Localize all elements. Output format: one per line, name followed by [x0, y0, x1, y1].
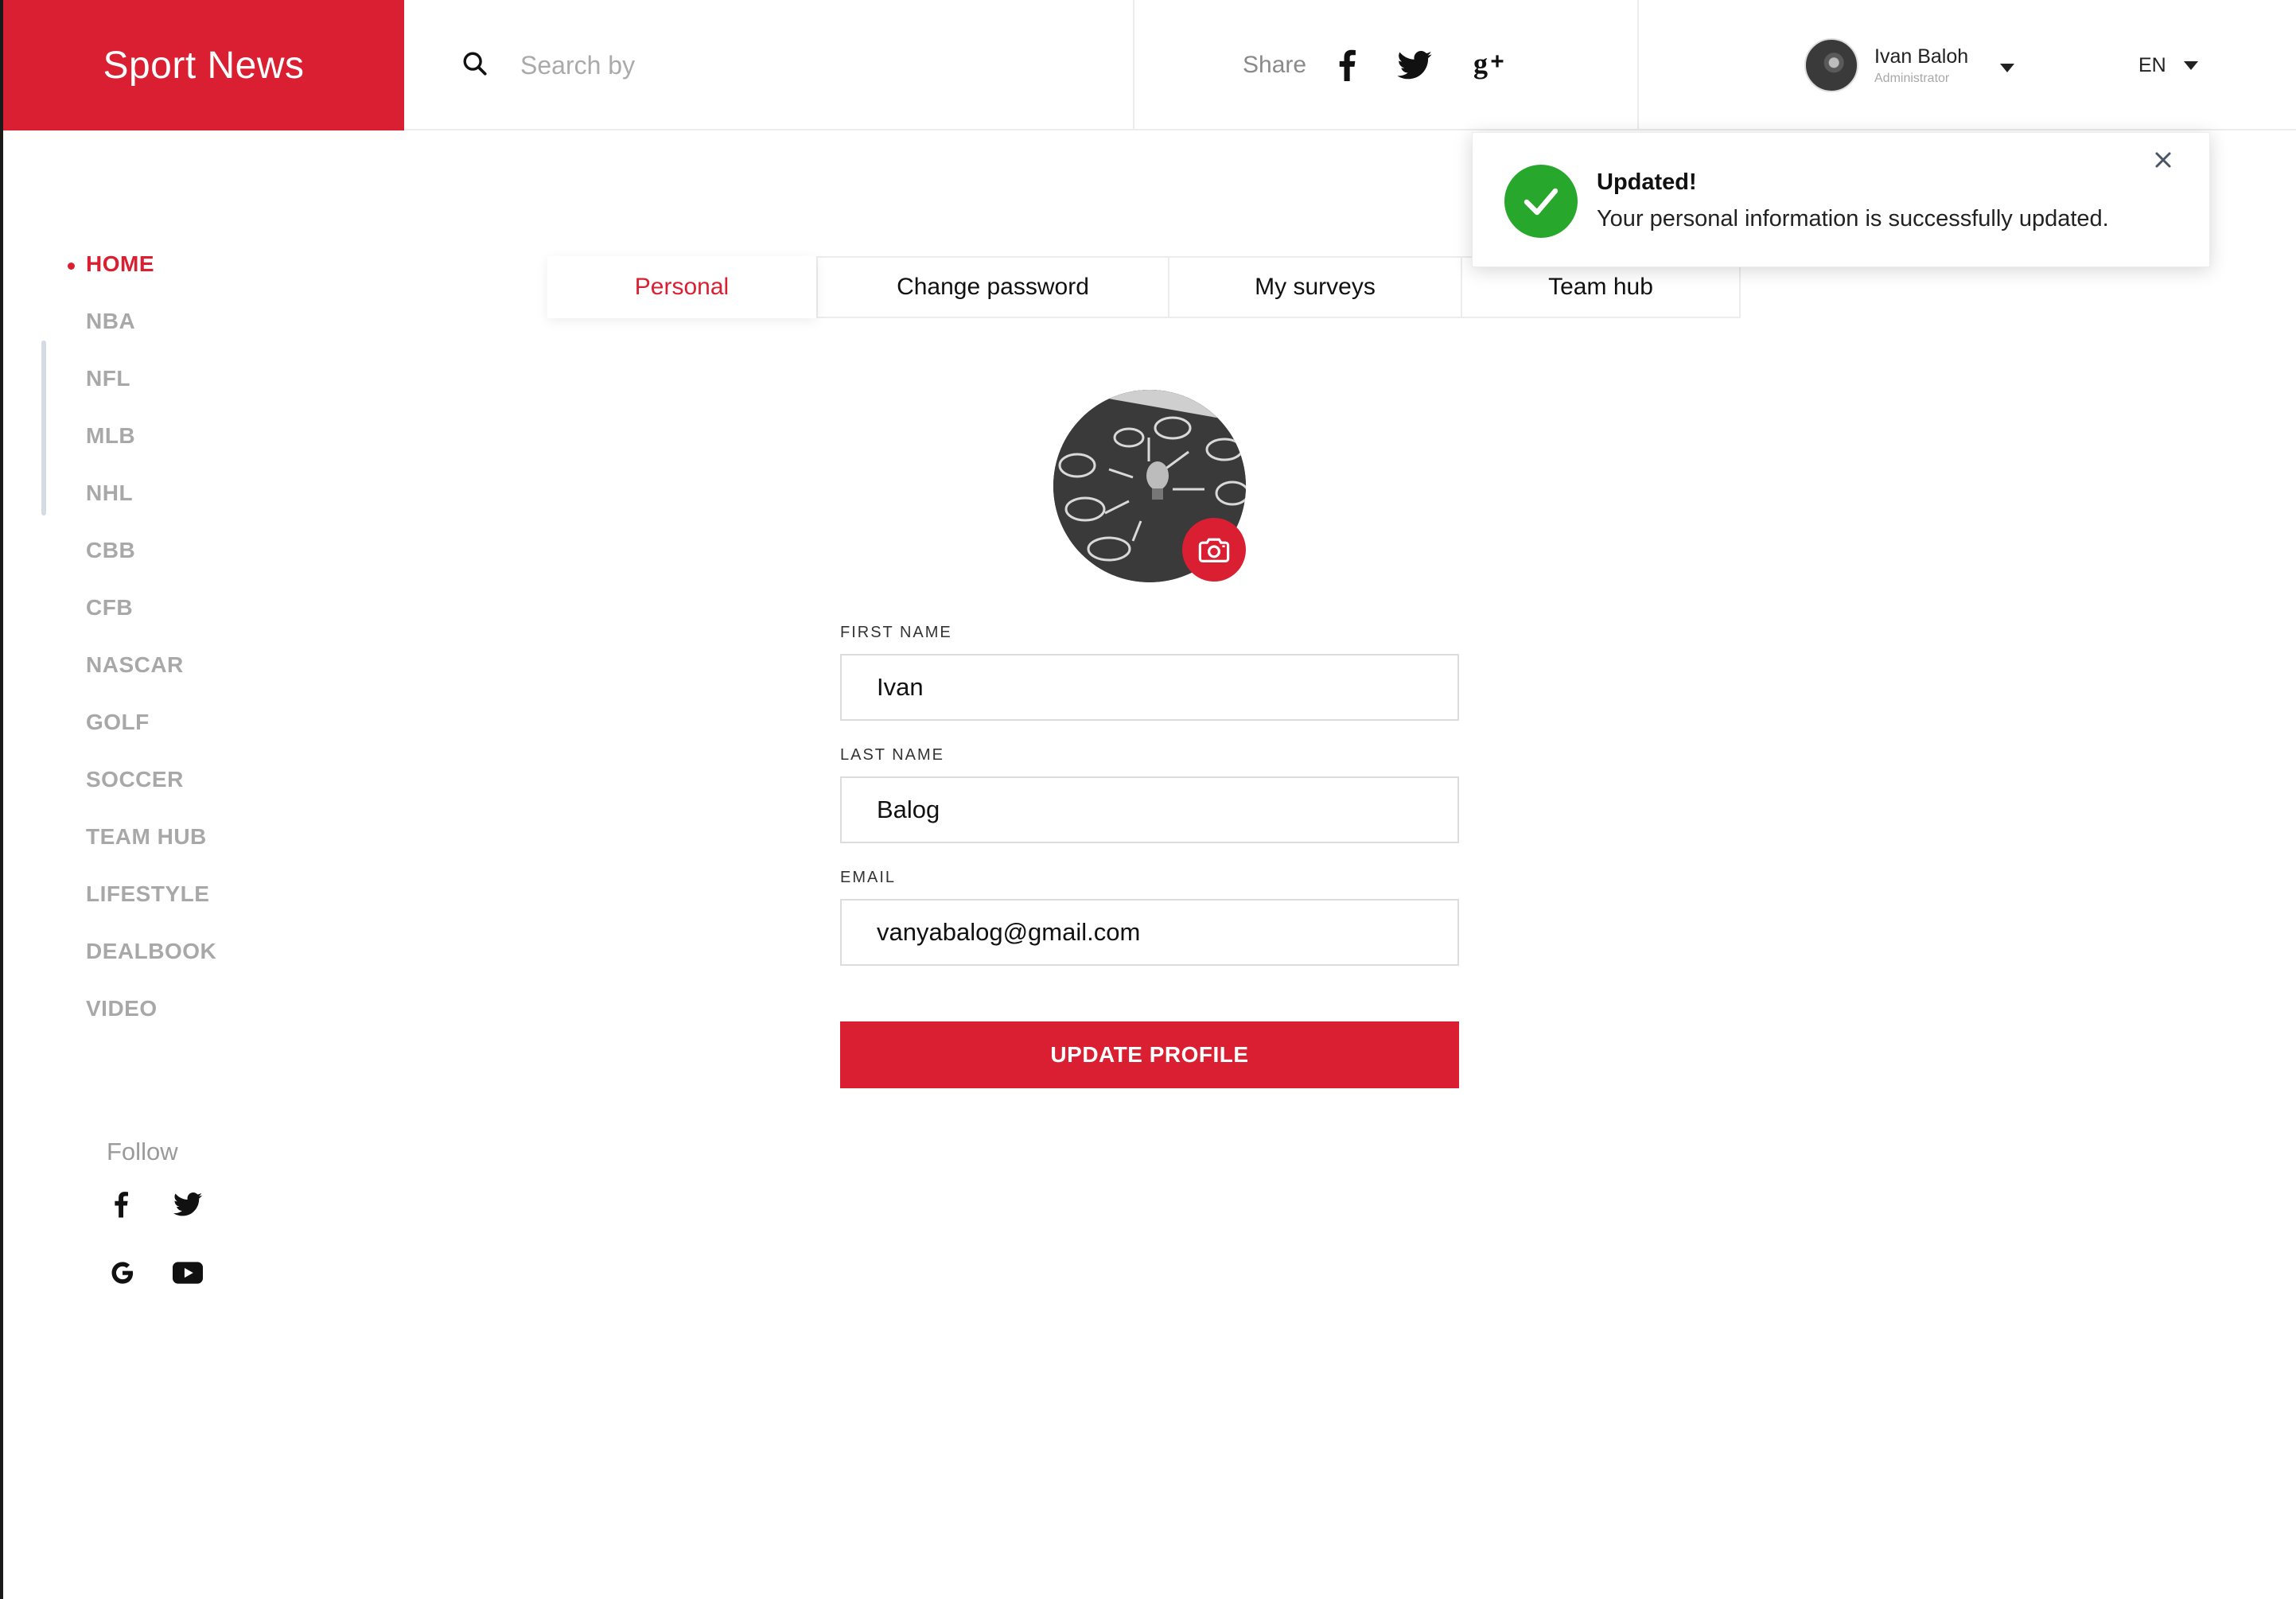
camera-icon [1198, 538, 1230, 562]
google-icon[interactable] [105, 1255, 140, 1290]
tab-my-surveys[interactable]: My surveys [1169, 256, 1462, 318]
twitter-icon[interactable] [170, 1187, 205, 1222]
toast-message: Your personal information is successfull… [1597, 206, 2109, 231]
email-field [840, 899, 1459, 966]
email-label: EMAIL [840, 869, 897, 886]
sidebar-item-cfb[interactable]: CFB [86, 595, 133, 621]
search-bar [404, 0, 1133, 130]
sidebar-item-golf[interactable]: GOLF [86, 710, 150, 735]
sidebar-item-nba[interactable]: NBA [86, 309, 135, 334]
sidebar-item-video[interactable]: VIDEO [86, 996, 158, 1021]
success-toast: Updated! Your personal information is su… [1472, 132, 2210, 267]
sidebar-item-dealbook[interactable]: DEALBOOK [86, 939, 216, 964]
svg-text:g: g [1473, 49, 1488, 80]
sidebar-item-nhl[interactable]: NHL [86, 480, 133, 506]
tab-change-password[interactable]: Change password [816, 256, 1169, 318]
follow-label: Follow [107, 1138, 178, 1165]
search-icon[interactable] [461, 50, 488, 81]
user-name: Ivan Baloh [1874, 45, 1969, 68]
sidebar-scrollbar[interactable] [41, 340, 46, 515]
user-menu[interactable]: Ivan Baloh Administrator [1804, 0, 2015, 130]
user-info: Ivan Baloh Administrator [1874, 45, 1968, 86]
share-bar: Share g + [1134, 0, 1637, 130]
user-role: Administrator [1874, 71, 1950, 85]
svg-text:+: + [1490, 49, 1504, 75]
email-input[interactable] [877, 918, 1457, 947]
sidebar-item-nfl[interactable]: NFL [86, 366, 130, 391]
window-left-edge [0, 0, 3, 1599]
check-circle-icon [1504, 165, 1578, 238]
avatar[interactable] [1804, 38, 1858, 92]
google-plus-icon[interactable]: g + [1473, 49, 1510, 81]
language-selector[interactable]: EN [2138, 0, 2198, 130]
top-header: Sport News Share g+ Ivan Baloh Administr… [0, 0, 2296, 130]
sidebar-item-team-hub[interactable]: TEAM HUB [86, 824, 207, 850]
toast-title: Updated! [1597, 169, 1697, 195]
facebook-icon[interactable] [103, 1187, 138, 1222]
tab-personal[interactable]: Personal [547, 256, 816, 318]
header-divider [1637, 0, 1639, 130]
chevron-down-icon[interactable] [2000, 63, 2015, 72]
brand-logo[interactable]: Sport News [3, 0, 404, 130]
search-input[interactable] [520, 50, 1061, 80]
first-name-input[interactable] [877, 673, 1457, 702]
update-profile-button[interactable]: UPDATE PROFILE [840, 1021, 1459, 1088]
brand-name: Sport News [103, 44, 305, 87]
youtube-icon[interactable] [170, 1255, 205, 1290]
first-name-label: FIRST NAME [840, 624, 952, 641]
change-photo-button[interactable] [1182, 518, 1246, 582]
last-name-input[interactable] [877, 796, 1457, 824]
sidebar-item-nascar[interactable]: NASCAR [86, 652, 184, 678]
active-indicator-dot [68, 263, 75, 270]
close-icon[interactable] [2149, 146, 2177, 174]
sidebar-item-lifestyle[interactable]: LIFESTYLE [86, 881, 209, 907]
chevron-down-icon[interactable] [2183, 60, 2198, 70]
share-label: Share [1243, 52, 1307, 78]
sidebar-item-mlb[interactable]: MLB [86, 423, 135, 449]
sidebar-item-cbb[interactable]: CBB [86, 538, 135, 563]
first-name-field [840, 654, 1459, 721]
last-name-label: LAST NAME [840, 746, 944, 764]
facebook-icon[interactable] [1338, 49, 1356, 81]
twitter-icon[interactable] [1397, 51, 1432, 80]
last-name-field [840, 776, 1459, 843]
sidebar-item-soccer[interactable]: SOCCER [86, 767, 184, 792]
language-label: EN [2138, 53, 2166, 76]
sidebar-item-home[interactable]: HOME [86, 251, 154, 277]
